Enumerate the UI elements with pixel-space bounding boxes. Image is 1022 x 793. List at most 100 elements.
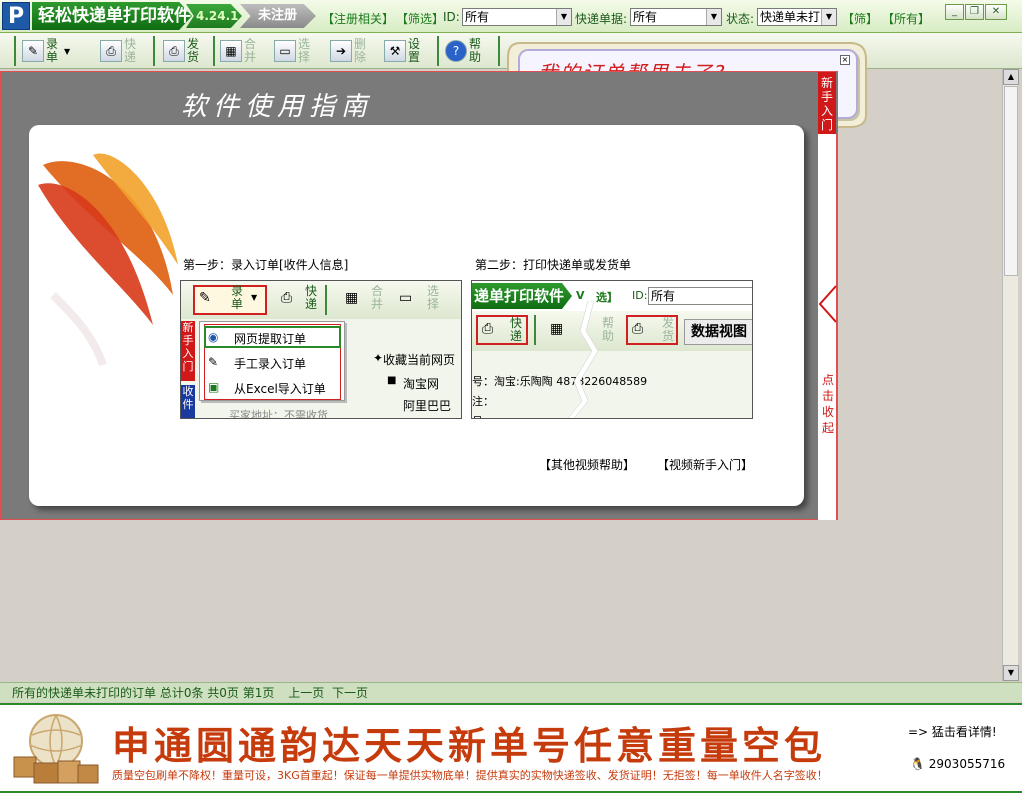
step1-side-item: 淘宝网	[403, 377, 440, 391]
tools-icon: ⚒	[384, 40, 406, 62]
excel-icon: ▣	[208, 380, 220, 394]
star-icon: ✦	[373, 351, 384, 365]
toolbar-separator	[153, 36, 155, 66]
chevron-down-icon[interactable]: ▼	[64, 47, 70, 56]
restore-button[interactable]: ❐	[965, 4, 984, 20]
step1-merge-label: 合并	[371, 284, 384, 311]
select-icon: ▭	[274, 40, 296, 62]
step1-tab-recv: 收件	[181, 385, 195, 418]
delete-label: 删除	[354, 37, 367, 64]
step2-id-field: 所有	[648, 287, 752, 305]
step2-header-title: 递单打印软件	[472, 283, 572, 309]
app-title: 轻松快递单打印软件	[32, 2, 192, 30]
bubble-close-icon[interactable]: ×	[840, 55, 850, 65]
step1-menu-item: 从Excel导入订单	[234, 382, 326, 396]
chevron-down-icon[interactable]: ▼	[556, 9, 571, 25]
step1-screenshot: ✎ 录单 ▼ ⎙ 快递 ▦ 合并 ▭ 选择 新手入门 收件 ◉ 网页提取订单 ✎…	[180, 280, 462, 419]
express-select-value: 所有	[633, 10, 658, 24]
step1-side-item: 收藏当前网页	[383, 353, 456, 367]
merge-label: 合并	[244, 37, 257, 64]
step1-record-label: 录单	[231, 284, 244, 311]
record-order-button[interactable]: ✎ 录单 ▼	[22, 35, 70, 67]
step2-toolbar: ⎙ 快递 ▦ 帮助 ⎙ 发货 数据视图	[472, 311, 752, 351]
step1-bottom-text: 买家地址：不需收货	[229, 409, 328, 419]
guide-panel: 软件使用指南 第一步：录入订单[收件人信息] 第二步：打印快递单或发货单 ✎ 录…	[0, 71, 838, 520]
guide-card: 第一步：录入订单[收件人信息] 第二步：打印快递单或发货单 ✎ 录单 ▼ ⎙ 快…	[29, 125, 804, 506]
step2-ship-label: 发货	[662, 316, 675, 343]
step2-title: 第二步：打印快递单或发货单	[475, 258, 632, 272]
step1-side-item: 阿里巴巴	[403, 399, 452, 413]
delete-icon: ➔	[330, 40, 352, 62]
printer-icon: ⎙	[100, 40, 122, 62]
chevron-left-icon[interactable]	[818, 284, 838, 324]
tab-newbie[interactable]: 新手入门	[818, 72, 836, 134]
minimize-button[interactable]: _	[945, 4, 964, 20]
chevron-down-icon[interactable]: ▼	[821, 9, 836, 25]
ship-button[interactable]: ⎙ 发货	[163, 35, 201, 67]
tab-collapse[interactable]: 点击收起	[817, 134, 837, 520]
settings-label: 设置	[408, 37, 421, 64]
express-select[interactable]: 所有 ▼	[630, 8, 722, 26]
vertical-scrollbar[interactable]: ▲ ▼	[1002, 69, 1019, 681]
banner-detail-link[interactable]: => 猛击看详情!	[908, 723, 997, 740]
toolbar-separator	[437, 36, 439, 66]
select-label: 选择	[298, 37, 311, 64]
step2-help-label: 帮助	[602, 316, 615, 343]
express-label: 快递	[124, 37, 137, 64]
feather-icon	[38, 153, 178, 367]
select-button[interactable]: ▭ 选择	[274, 35, 312, 67]
prev-page-link[interactable]: 上一页	[288, 686, 324, 700]
toolbar-separator	[213, 36, 215, 66]
step2-view-label: 数据视图	[684, 319, 752, 345]
version-badge: 4.24.1	[186, 4, 242, 28]
other-video-help-link[interactable]: 【其他视频帮助】	[539, 456, 635, 473]
help-label: 帮助	[469, 37, 482, 64]
banner-headline[interactable]: 申通圆通韵达天天新单号任意重量空包	[112, 715, 826, 770]
step1-menu: ◉ 网页提取订单 ✎ 手工录入订单 ▣ 从Excel导入订单	[199, 321, 345, 401]
merge-button[interactable]: ▦ 合并	[220, 35, 258, 67]
register-link[interactable]: 【注册相关】	[322, 10, 394, 27]
toolbar-separator	[14, 36, 16, 66]
step2-id-label: ID:	[632, 289, 648, 302]
video-newbie-link[interactable]: 【视频新手入门】	[657, 456, 753, 473]
id-label: ID:	[443, 10, 460, 24]
title-bar: P 轻松快递单打印软件 4.24.1 未注册 【注册相关】 【筛选】 ID: 所…	[0, 0, 1022, 33]
qq-contact[interactable]: 🐧 2903055716	[910, 757, 1005, 771]
pencil-icon: ✎	[199, 290, 211, 306]
pencil-icon: ✎	[208, 355, 219, 369]
id-select[interactable]: 所有 ▼	[462, 8, 572, 26]
all-link[interactable]: 【所有】	[882, 10, 930, 27]
printer-icon: ⎙	[482, 321, 494, 337]
unregistered-badge[interactable]: 未注册	[240, 4, 316, 28]
step2-line: 注：	[472, 395, 494, 408]
help-icon: ?	[445, 40, 467, 62]
express-button[interactable]: ⎙ 快递	[100, 35, 138, 67]
merge-icon: ▦	[220, 40, 242, 62]
app-logo-icon: P	[2, 2, 30, 30]
settings-button[interactable]: ⚒ 设置	[384, 35, 422, 67]
delete-button[interactable]: ➔ 删除	[330, 35, 368, 67]
status-select[interactable]: 快递单未打 ▼	[757, 8, 837, 26]
scroll-thumb[interactable]	[1004, 86, 1018, 276]
tab-newbie-label: 新手入门	[820, 76, 833, 132]
step1-tab-new: 新手入门	[181, 321, 195, 381]
step1-express-label: 快递	[305, 284, 318, 311]
filter-short-link[interactable]: 【筛】	[842, 10, 878, 27]
id-select-value: 所有	[465, 10, 490, 24]
paper-tear-icon	[568, 301, 599, 418]
scroll-up-icon[interactable]: ▲	[1003, 69, 1019, 85]
chevron-down-icon[interactable]: ▼	[706, 9, 721, 25]
step1-separator	[325, 285, 327, 315]
next-page-link[interactable]: 下一页	[332, 686, 368, 700]
help-button[interactable]: ? 帮助	[445, 35, 483, 67]
filter-link[interactable]: 【筛选】	[396, 10, 444, 27]
pencil-icon: ✎	[22, 40, 44, 62]
ship-label: 发货	[187, 37, 200, 64]
banner-subline: 质量空包刷单不降权！重量可设，3KG首重起！保证每一单提供实物底单！提供真实的实…	[112, 769, 828, 782]
close-button[interactable]: ✕	[985, 4, 1007, 20]
ad-banner[interactable]: 申通圆通韵达天天新单号任意重量空包 质量空包刷单不降权！重量可设，3KG首重起！…	[0, 703, 1022, 793]
step1-toolbar: ✎ 录单 ▼ ⎙ 快递 ▦ 合并 ▭ 选择	[181, 281, 461, 319]
step1-menu-item: 网页提取订单	[234, 332, 307, 346]
scroll-down-icon[interactable]: ▼	[1003, 665, 1019, 681]
qq-number: 2903055716	[928, 757, 1006, 771]
